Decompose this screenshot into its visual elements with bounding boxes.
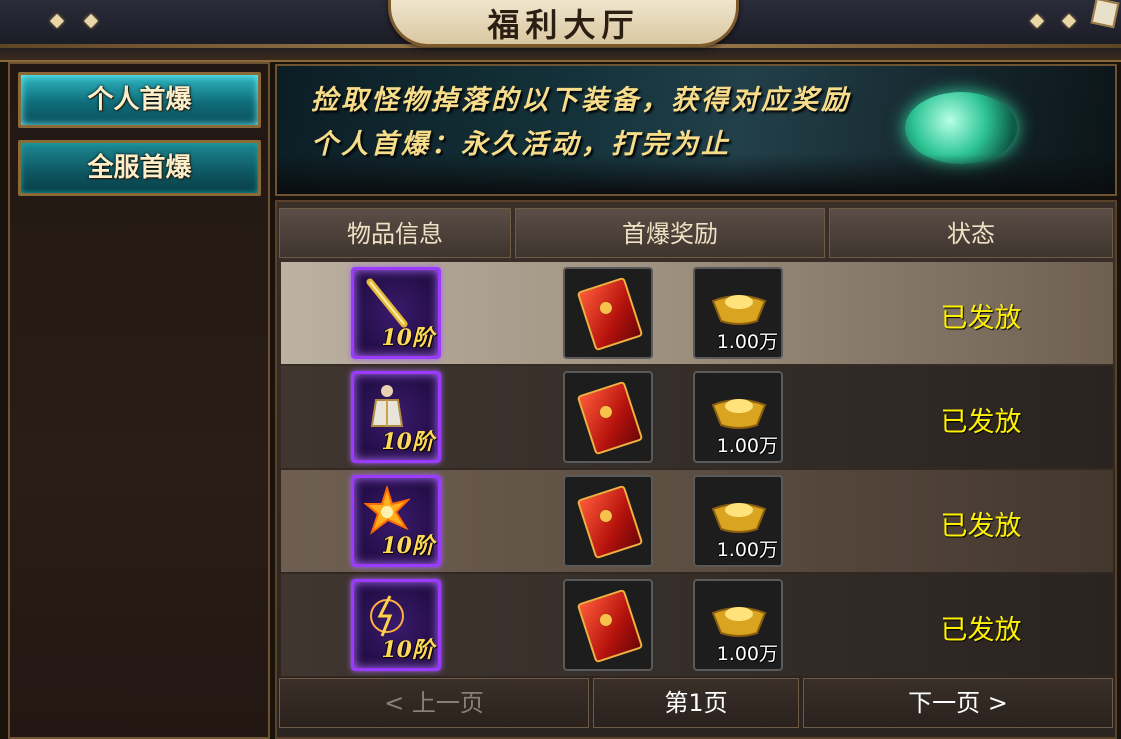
header-reward: 首爆奖励 [515, 208, 825, 258]
first-kill-table: 物品信息 首爆奖励 状态 10阶 1.00万 已发放 10阶 1.00万 已发放… [275, 200, 1117, 739]
event-banner: 捡取怪物掉落的以下装备，获得对应奖励 个人首爆：永久活动，打完为止 [275, 64, 1117, 196]
category-sidebar: 个人首爆 全服首爆 [8, 62, 270, 739]
item-tier-label: 10阶 [381, 533, 434, 559]
tab-server-first-kill[interactable]: 全服首爆 [18, 140, 261, 196]
item-slot[interactable]: 10阶 [351, 267, 441, 359]
banner-line-1: 捡取怪物掉落的以下装备，获得对应奖励 [311, 85, 851, 116]
gold-ingot-icon [711, 607, 767, 637]
table-row: 10阶 1.00万 已发放 [281, 366, 1113, 468]
header-status: 状态 [829, 208, 1113, 258]
gold-ingot-icon [711, 295, 767, 325]
reward-slot-gold[interactable]: 1.00万 [693, 267, 783, 359]
reward-slot-gold[interactable]: 1.00万 [693, 579, 783, 671]
next-page-button[interactable]: 下一页 > [803, 678, 1113, 728]
ornament-diamond-icon [83, 13, 99, 29]
gold-amount: 1.00万 [716, 331, 778, 353]
status-badge: 已发放 [940, 303, 1022, 334]
tab-personal-first-kill[interactable]: 个人首爆 [18, 72, 261, 128]
status-badge: 已发放 [940, 511, 1022, 542]
item-tier-label: 10阶 [381, 325, 434, 351]
table-row: 10阶 1.00万 已发放 [281, 262, 1113, 364]
gold-amount: 1.00万 [716, 643, 778, 665]
gold-ingot-icon [711, 503, 767, 533]
status-badge: 已发放 [940, 407, 1022, 438]
item-slot[interactable]: 10阶 [351, 579, 441, 671]
table-row: 10阶 1.00万 已发放 [281, 470, 1113, 572]
red-envelope-icon [576, 484, 644, 560]
red-envelope-icon [576, 588, 644, 664]
gold-amount: 1.00万 [716, 539, 778, 561]
item-slot[interactable]: 10阶 [351, 475, 441, 567]
reward-slot-red-envelope[interactable] [563, 371, 653, 463]
gold-amount: 1.00万 [716, 435, 778, 457]
ornament-diamond-icon [49, 13, 65, 29]
gold-ingot-icon [711, 399, 767, 429]
window-top-frame: 福利大厅 [0, 0, 1121, 62]
ornament-diamond-icon [1061, 13, 1077, 29]
header-item-info: 物品信息 [279, 208, 511, 258]
item-tier-label: 10阶 [381, 429, 434, 455]
scroll-corner-icon[interactable] [1090, 0, 1120, 29]
item-tier-label: 10阶 [381, 637, 434, 663]
reward-slot-gold[interactable]: 1.00万 [693, 475, 783, 567]
reward-slot-red-envelope[interactable] [563, 579, 653, 671]
window-title: 福利大厅 [487, 6, 640, 44]
prev-page-button[interactable]: < 上一页 [279, 678, 589, 728]
window-title-plaque: 福利大厅 [388, 0, 739, 47]
reward-slot-red-envelope[interactable] [563, 267, 653, 359]
ornament-diamond-icon [1029, 13, 1045, 29]
page-indicator: 第1页 [593, 678, 799, 728]
table-row: 10阶 1.00万 已发放 [281, 574, 1113, 676]
red-envelope-icon [576, 276, 644, 352]
item-slot[interactable]: 10阶 [351, 371, 441, 463]
banner-line-2: 个人首爆：永久活动，打完为止 [311, 129, 731, 160]
reward-slot-gold[interactable]: 1.00万 [693, 371, 783, 463]
status-badge: 已发放 [940, 615, 1022, 646]
reward-slot-red-envelope[interactable] [563, 475, 653, 567]
red-envelope-icon [576, 380, 644, 456]
